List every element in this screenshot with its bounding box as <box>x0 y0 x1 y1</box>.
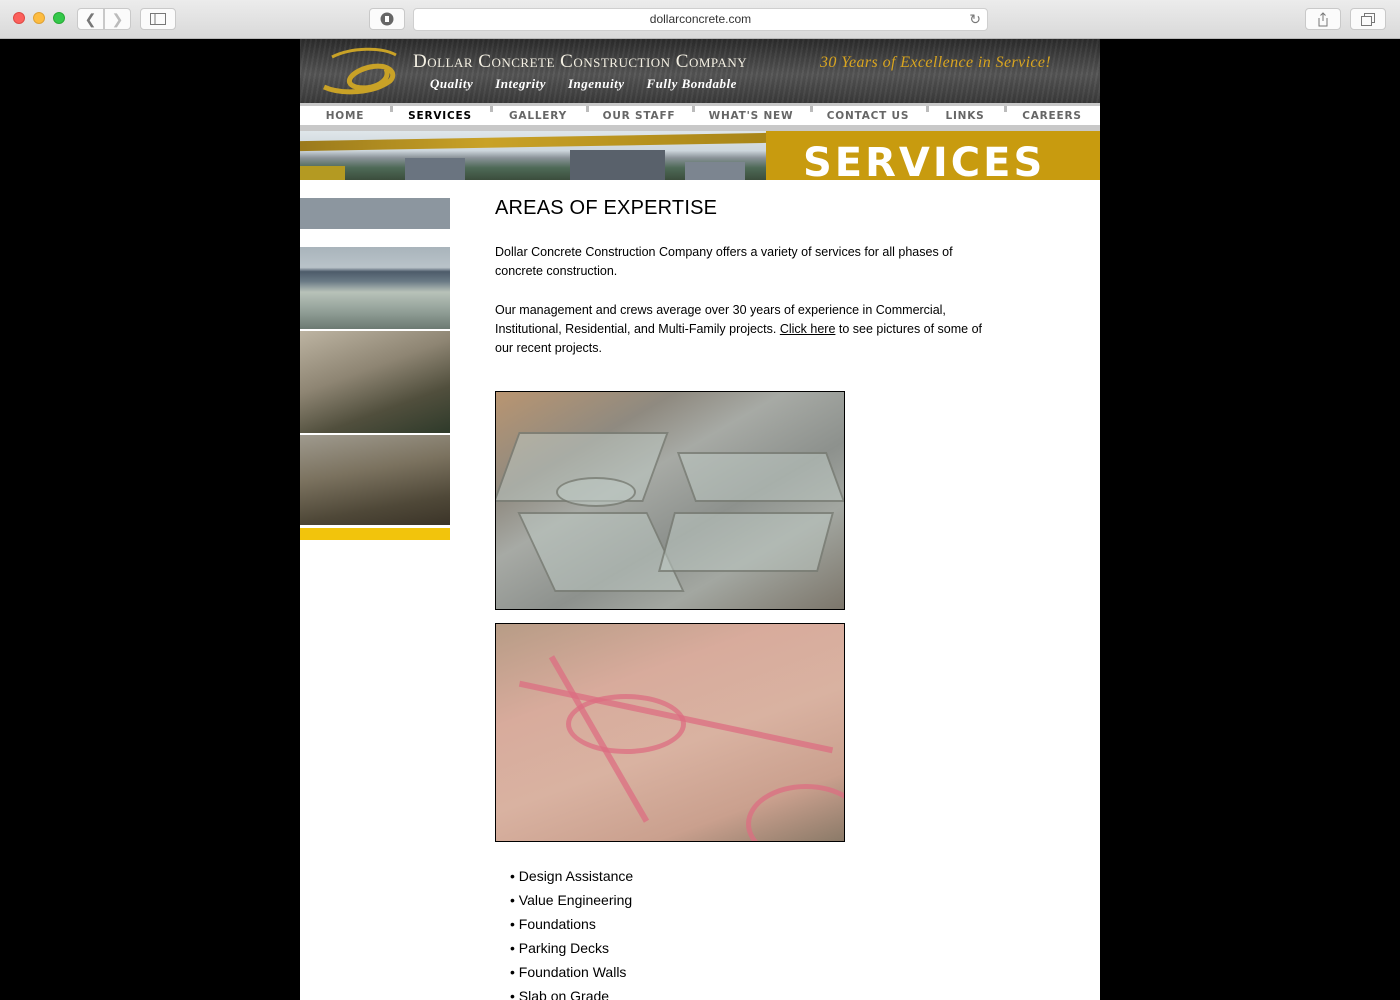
close-window-button[interactable] <box>13 12 25 24</box>
company-tagline: 30 Years of Excellence in Service! <box>820 54 1052 71</box>
left-sidebar <box>300 198 450 540</box>
tab-overview-button[interactable] <box>1350 8 1386 30</box>
company-logo[interactable] <box>312 43 402 99</box>
sidebar-icon <box>150 13 166 25</box>
back-button[interactable]: ❮ <box>77 8 104 30</box>
banner-title-text: SERVICES <box>803 140 1046 180</box>
list-item: • Foundation Walls <box>510 964 627 980</box>
nav-our-staff[interactable]: OUR STAFF <box>586 106 692 125</box>
tabs-icon <box>1361 12 1375 26</box>
browser-toolbar: ❮ ❯ dollarconcrete.com ↻ <box>0 0 1400 39</box>
main-nav: HOME SERVICES GALLERY OUR STAFF WHAT'S N… <box>300 103 1100 131</box>
list-item: • Foundations <box>510 916 596 932</box>
sidebar-photo-paving-machine <box>300 331 450 433</box>
nav-services[interactable]: SERVICES <box>390 106 490 125</box>
share-button[interactable] <box>1305 8 1341 30</box>
sidebar-photo-pour-crew <box>300 435 450 525</box>
value-bondable: Fully Bondable <box>646 76 737 91</box>
nav-home[interactable]: HOME <box>300 106 390 125</box>
nav-whats-new[interactable]: WHAT'S NEW <box>692 106 810 125</box>
page-heading: AREAS OF EXPERTISE <box>495 197 718 219</box>
main-content: AREAS OF EXPERTISE Dollar Concrete Const… <box>495 197 995 1000</box>
privacy-report-button[interactable] <box>369 8 405 30</box>
chevron-right-icon: ❯ <box>111 10 124 27</box>
web-page: Dollar Concrete Construction Company 30 … <box>300 39 1100 1000</box>
nav-links[interactable]: LINKS <box>926 106 1004 125</box>
services-list: • Design Assistance • Value Engineering … <box>510 864 995 1000</box>
company-values: Quality Integrity Ingenuity Fully Bondab… <box>430 76 737 92</box>
sidebar-button[interactable] <box>140 8 176 30</box>
experience-paragraph: Our management and crews average over 30… <box>495 301 995 358</box>
project-photo-plaza-pour <box>495 391 845 610</box>
sidebar-grey-bar <box>300 198 450 229</box>
value-quality: Quality <box>430 76 474 91</box>
sidebar-yellow-bar <box>300 528 450 540</box>
list-item: • Value Engineering <box>510 892 633 908</box>
url-text: dollarconcrete.com <box>649 12 752 26</box>
address-bar[interactable]: dollarconcrete.com ↻ <box>413 8 988 31</box>
nav-gallery[interactable]: GALLERY <box>490 106 586 125</box>
shield-icon <box>380 12 394 26</box>
minimize-window-button[interactable] <box>33 12 45 24</box>
value-integrity: Integrity <box>495 76 546 91</box>
list-item: • Slab on Grade <box>510 988 610 1000</box>
value-ingenuity: Ingenuity <box>567 76 625 91</box>
project-photo-finished-plaza <box>495 623 845 842</box>
zoom-window-button[interactable] <box>53 12 65 24</box>
share-icon <box>1318 11 1328 26</box>
banner-construction-photo <box>300 131 766 180</box>
forward-button[interactable]: ❯ <box>104 8 131 30</box>
reload-icon[interactable]: ↻ <box>969 9 981 30</box>
list-item: • Parking Decks <box>510 940 610 956</box>
list-item: • Design Assistance <box>510 868 634 884</box>
company-name: Dollar Concrete Construction Company <box>413 51 748 72</box>
nav-careers[interactable]: CAREERS <box>1004 106 1100 125</box>
gallery-link[interactable]: Click here <box>780 322 836 336</box>
intro-paragraph: Dollar Concrete Construction Company off… <box>495 245 953 278</box>
sidebar-photo-site <box>300 247 450 329</box>
nav-contact-us[interactable]: CONTACT US <box>810 106 926 125</box>
site-header: Dollar Concrete Construction Company 30 … <box>300 39 1100 103</box>
banner-title: SERVICES <box>766 131 1100 180</box>
chevron-left-icon: ❮ <box>84 10 97 27</box>
page-banner: SERVICES <box>300 131 1100 180</box>
